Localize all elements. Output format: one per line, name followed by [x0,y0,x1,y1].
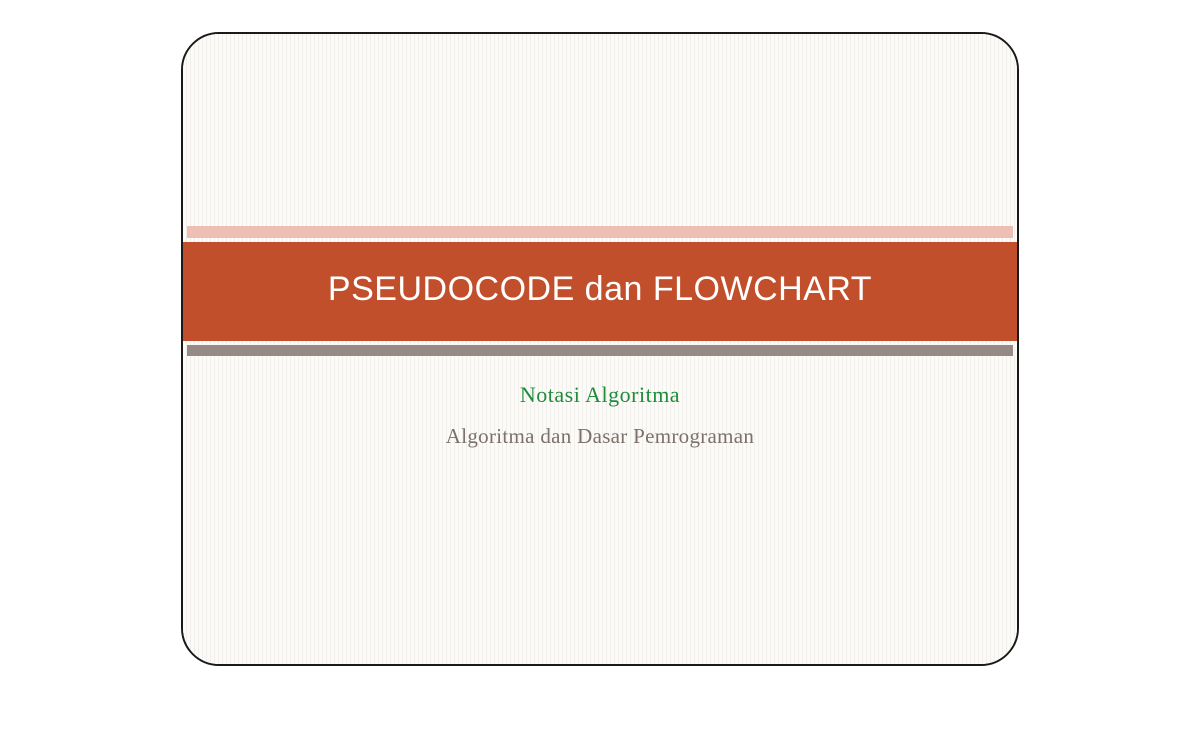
subtitle-primary: Notasi Algoritma [183,382,1017,408]
slide-content: PSEUDOCODE dan FLOWCHART Notasi Algoritm… [183,34,1017,664]
slide-title: PSEUDOCODE dan FLOWCHART [223,270,977,309]
title-accent-bottom [187,345,1013,356]
presentation-slide: PSEUDOCODE dan FLOWCHART Notasi Algoritm… [181,32,1019,666]
subtitle-secondary: Algoritma dan Dasar Pemrograman [183,424,1017,449]
title-band: PSEUDOCODE dan FLOWCHART [183,242,1017,341]
title-band-wrapper: PSEUDOCODE dan FLOWCHART [183,226,1017,356]
subtitle-area: Notasi Algoritma Algoritma dan Dasar Pem… [183,382,1017,449]
title-accent-top [187,226,1013,238]
